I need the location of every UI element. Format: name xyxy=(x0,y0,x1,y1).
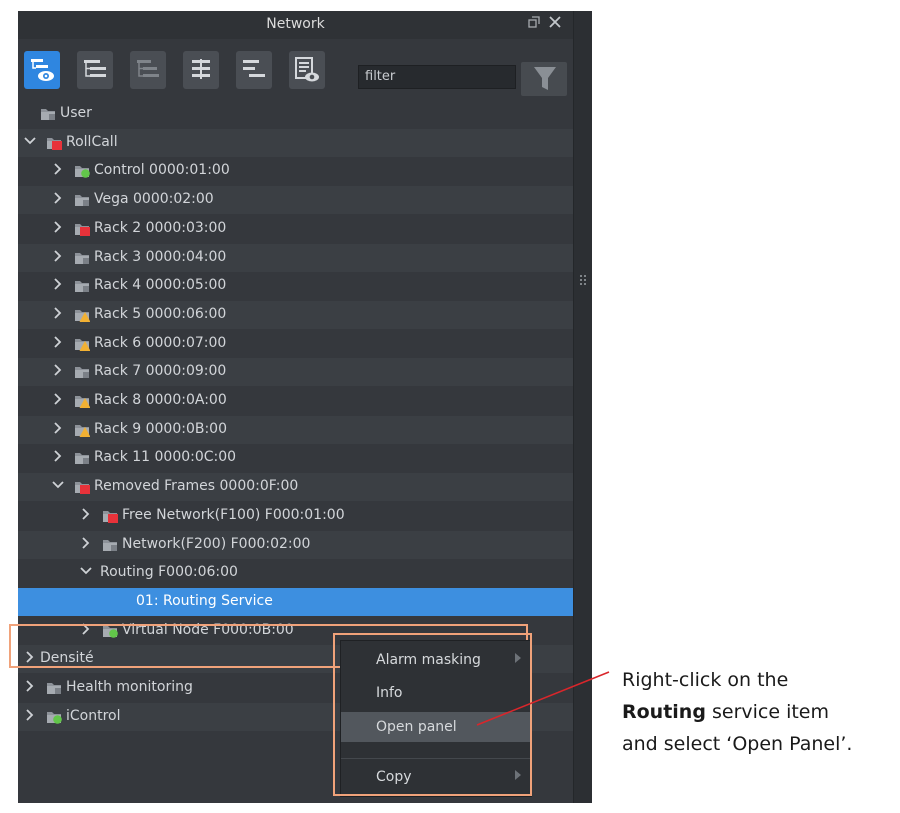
annotation-text: Right-click on the Routing service item … xyxy=(622,664,897,760)
annotation-line-1: Right-click on the xyxy=(622,669,789,691)
annotation-line-3: and select ‘Open Panel’. xyxy=(622,733,853,755)
annotation-bold-word: Routing xyxy=(622,701,706,723)
annotation-line-2-rest: service item xyxy=(705,701,830,723)
annotation-line-2: Routing service item xyxy=(622,696,897,728)
